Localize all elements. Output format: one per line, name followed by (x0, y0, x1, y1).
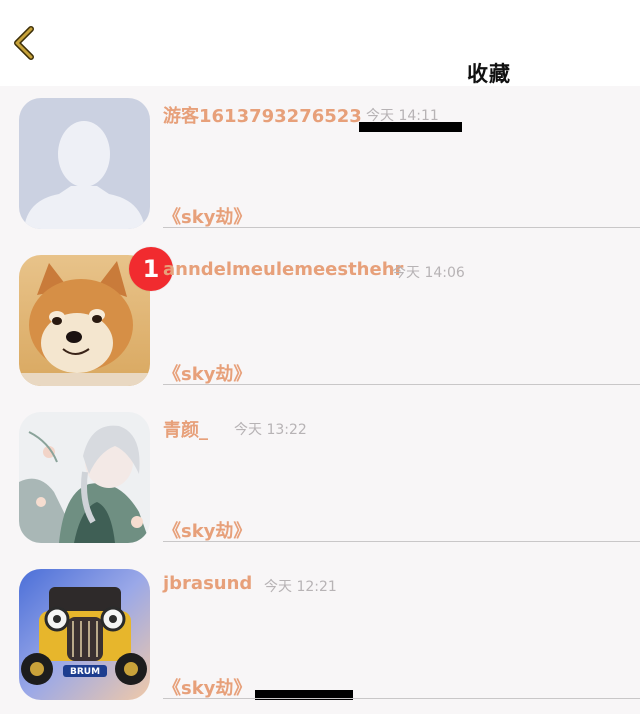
chevron-left-icon (14, 26, 34, 60)
group-label[interactable]: 《sky劫》 (163, 203, 251, 229)
username[interactable]: anndelmeulemeesthehr (163, 259, 403, 280)
header: 收藏 (0, 0, 640, 86)
default-avatar-icon (19, 98, 150, 229)
page-title: 收藏 (467, 62, 511, 86)
list-item[interactable]: 青颜_ 今天 13:22 《sky劫》 (0, 400, 640, 557)
list-item[interactable]: 1 anndelmeulemeesthehr 今天 14:06 《sky劫》 (0, 243, 640, 400)
avatar[interactable]: BRUM (19, 569, 150, 700)
divider (163, 384, 640, 385)
divider (163, 698, 640, 699)
anime-character-avatar (19, 412, 150, 543)
username[interactable]: 游客1613793276523 (163, 102, 362, 128)
avatar[interactable] (19, 412, 150, 543)
group-label[interactable]: 《sky劫》 (163, 517, 251, 543)
timestamp: 今天 12:21 (264, 579, 337, 595)
avatar[interactable] (19, 98, 150, 229)
group-label[interactable]: 《sky劫》 (163, 360, 251, 386)
username[interactable]: jbrasund (163, 573, 252, 594)
username[interactable]: 青颜_ (163, 416, 208, 442)
divider (163, 227, 640, 228)
timestamp: 今天 13:22 (234, 422, 307, 438)
divider (163, 541, 640, 542)
redaction-bar (359, 122, 462, 132)
brum-car-avatar: BRUM (19, 569, 150, 700)
svg-text:BRUM: BRUM (70, 667, 100, 677)
timestamp: 今天 14:06 (392, 265, 465, 281)
group-label[interactable]: 《sky劫》 (163, 674, 251, 700)
back-button[interactable] (8, 24, 42, 62)
list-item[interactable]: 游客1613793276523 今天 14:11 《sky劫》 (0, 86, 640, 243)
list-item[interactable]: BRUM jbrasund 今天 12:21 《sky劫》 (0, 557, 640, 714)
